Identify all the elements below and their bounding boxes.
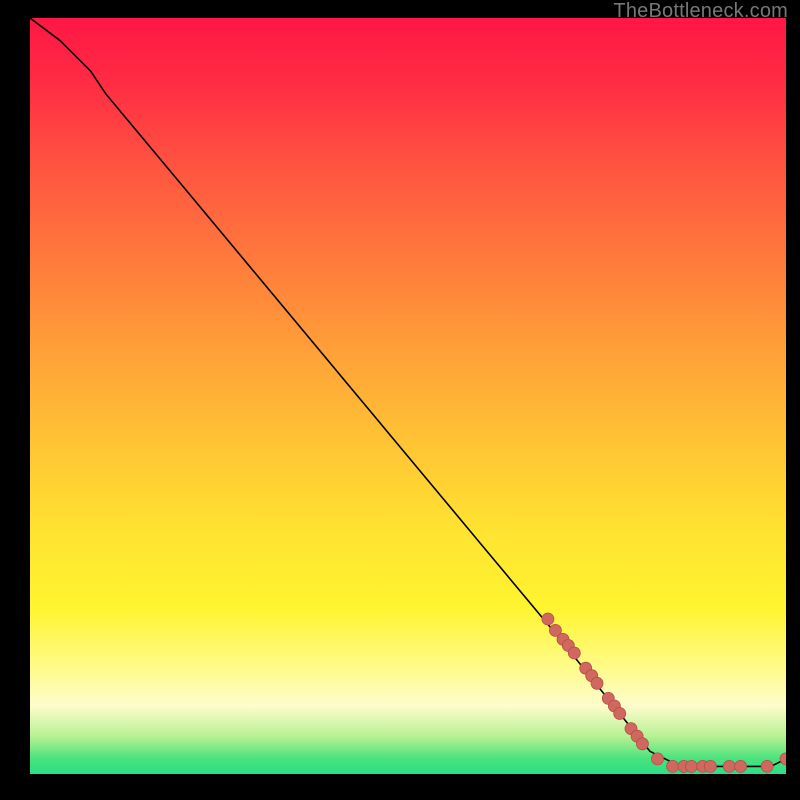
data-point	[614, 708, 626, 720]
data-point	[542, 613, 554, 625]
data-point	[667, 760, 679, 772]
chart-svg	[30, 18, 786, 774]
data-point	[636, 738, 648, 750]
chart-stage: TheBottleneck.com	[0, 0, 800, 800]
data-points-group	[542, 613, 786, 772]
bottleneck-curve	[30, 18, 786, 766]
data-point	[652, 753, 664, 765]
data-point	[780, 753, 786, 765]
data-point	[686, 760, 698, 772]
plot-area	[30, 18, 786, 774]
data-point	[761, 760, 773, 772]
data-point	[704, 760, 716, 772]
data-point	[735, 760, 747, 772]
data-point	[723, 760, 735, 772]
data-point	[568, 647, 580, 659]
data-point	[591, 677, 603, 689]
